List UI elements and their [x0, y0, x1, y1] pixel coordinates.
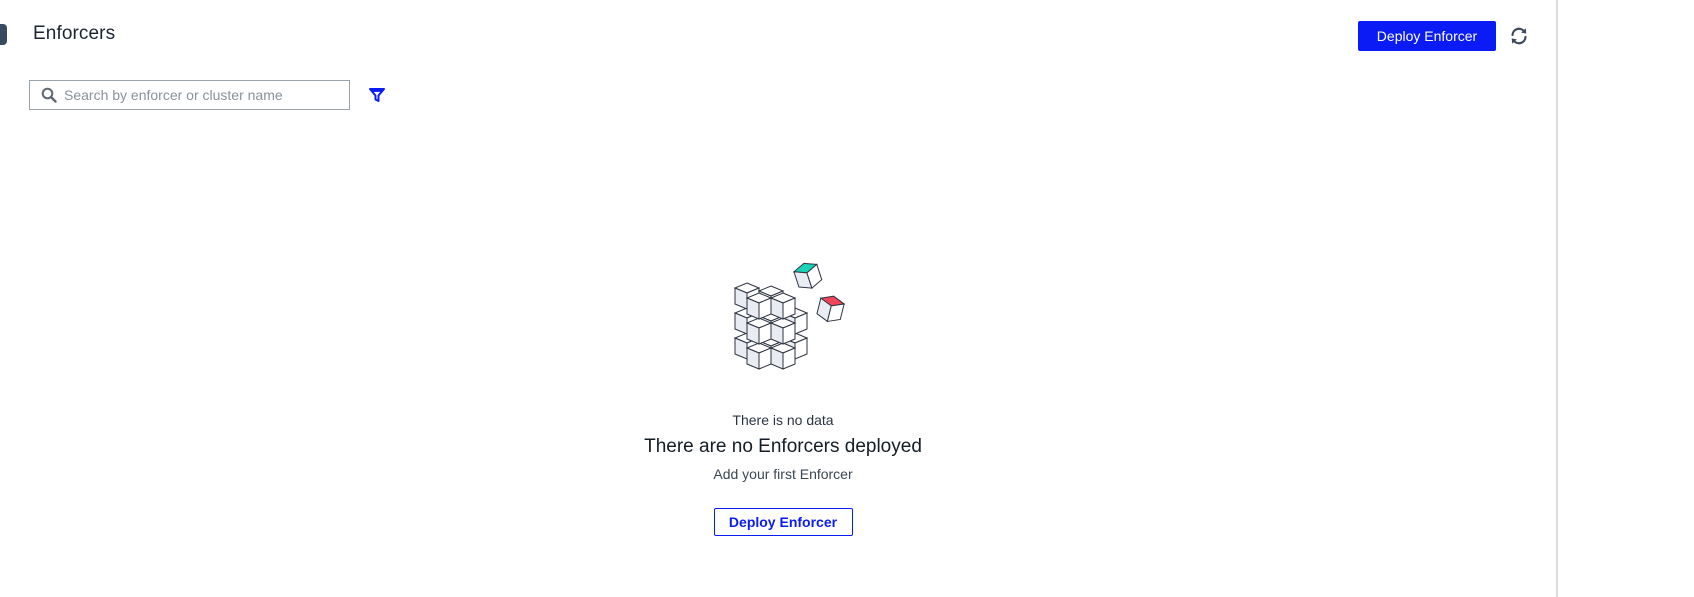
filter-button[interactable] [368, 86, 386, 104]
search-icon [41, 87, 57, 103]
empty-state: There is no data There are no Enforcers … [583, 255, 983, 536]
no-data-text: There is no data [732, 412, 834, 428]
enforcers-page: Enforcers Deploy Enforcer Search by enfo… [0, 0, 1694, 597]
empty-state-subtitle: Add your first Enforcer [713, 466, 853, 482]
cubes-illustration [734, 262, 846, 370]
search-box [29, 80, 350, 110]
empty-state-title: There are no Enforcers deployed [644, 436, 922, 457]
page-title: Enforcers [33, 23, 116, 44]
filter-icon [369, 88, 385, 102]
deploy-enforcer-button[interactable]: Deploy Enforcer [1358, 21, 1496, 51]
refresh-button[interactable] [1508, 25, 1530, 47]
sidebar-toggle-tab[interactable] [0, 24, 7, 45]
refresh-icon [1511, 27, 1527, 45]
empty-state-deploy-button[interactable]: Deploy Enforcer [713, 508, 853, 536]
scrollbar[interactable] [1556, 0, 1558, 597]
search-input[interactable] [64, 81, 344, 109]
